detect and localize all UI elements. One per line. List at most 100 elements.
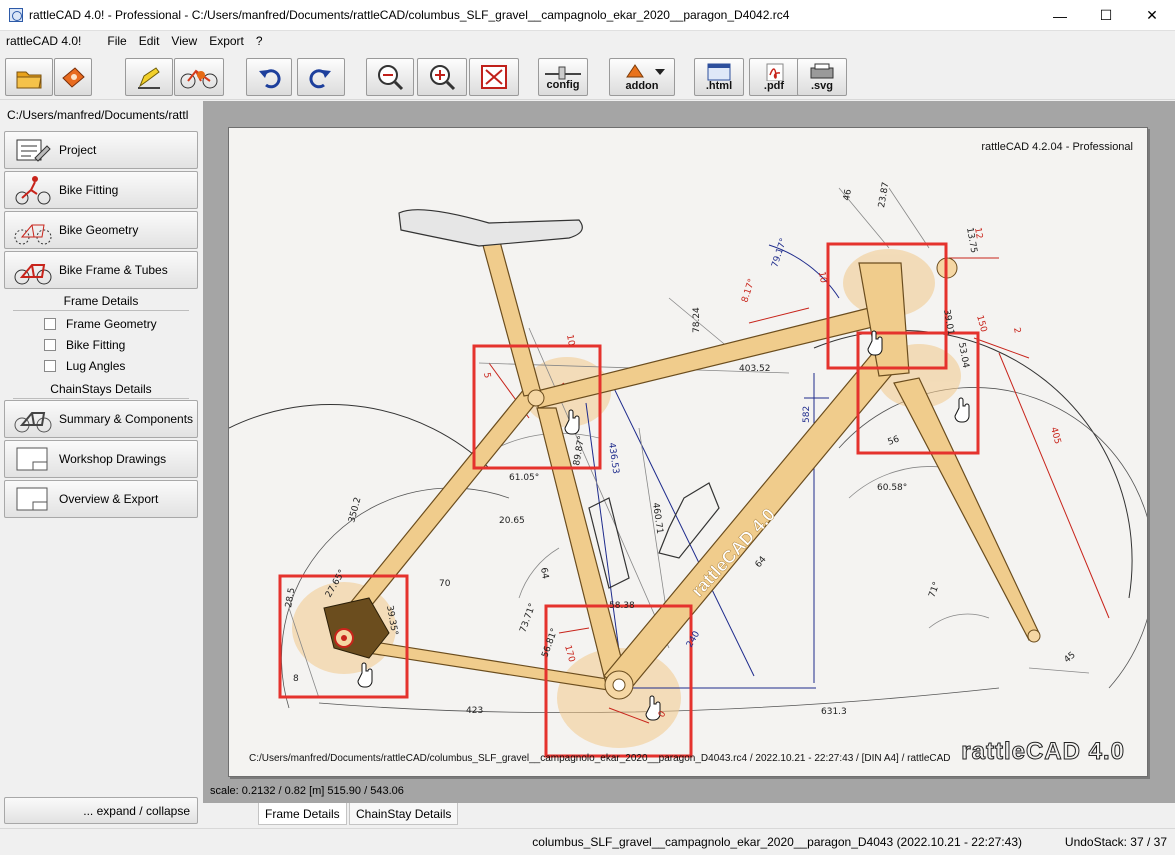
zoom-in-button[interactable] (417, 58, 467, 96)
redo-button[interactable] (297, 58, 345, 96)
dim-8987: 89.87° (572, 435, 587, 467)
lug-angles-checkbox[interactable] (44, 360, 56, 372)
render-bike-button[interactable] (174, 58, 224, 96)
tab-frame-details[interactable]: Frame Details (258, 803, 347, 825)
dim-64a: 64 (538, 567, 550, 580)
frame-geometry-label: Frame Geometry (66, 317, 157, 331)
config-button[interactable]: config (538, 58, 588, 96)
menu-export[interactable]: Export (203, 34, 250, 48)
drawing-sheet[interactable]: rattleCAD 4.0 350.2 403.52 582 405 631.3… (228, 127, 1148, 777)
lug-angles-item[interactable]: Lug Angles (44, 359, 125, 373)
template-icon (62, 67, 85, 88)
menu-view[interactable]: View (165, 34, 203, 48)
dim-460: 460.71 (650, 502, 664, 535)
construction-lines (288, 187, 1090, 699)
dim-631: 631.3 (821, 707, 847, 717)
dim-8: 8 (293, 674, 299, 684)
frame-geometry-checkbox[interactable] (44, 318, 56, 330)
dimension-labels: 350.2 403.52 582 405 631.3 423 436.53 46… (284, 181, 1078, 719)
dim-582: 582 (802, 406, 812, 423)
close-button[interactable]: ✕ (1129, 0, 1175, 31)
bike-fitting-icon (15, 176, 51, 205)
nav-overview-button[interactable]: Overview & Export (4, 480, 198, 518)
nav-bike-fitting-label: Bike Fitting (59, 183, 119, 197)
menu-edit[interactable]: Edit (133, 34, 166, 48)
bike-fitting-item[interactable]: Bike Fitting (44, 338, 125, 352)
html-export-label: .html (705, 79, 733, 92)
left-panel: C:/Users/manfred/Documents/rattl Project… (0, 101, 203, 828)
dim-436: 436.53 (606, 442, 620, 475)
frame-tubes-icon (14, 264, 52, 285)
dim-45: 45 (1063, 650, 1078, 665)
drawing-canvas[interactable]: rattleCAD 4.0 350.2 403.52 582 405 631.3… (203, 101, 1175, 803)
pdf-export-button[interactable]: .pdf (749, 58, 799, 96)
dim-150: 150 (974, 314, 988, 333)
workshop-drawing-icon (16, 447, 48, 471)
dim-12: 12 (972, 227, 984, 240)
menu-file[interactable]: File (101, 34, 132, 48)
addon-label: addon (625, 79, 659, 92)
dim-170: 170 (562, 644, 576, 663)
nav-summary-label: Summary & Components (59, 412, 194, 426)
lug-angles-label: Lug Angles (66, 359, 126, 373)
dim-423: 423 (466, 706, 483, 716)
bike-geometry-icon (14, 224, 52, 245)
dim-405: 405 (1048, 426, 1062, 445)
dim-46: 46 (842, 188, 854, 201)
expand-collapse-button[interactable]: ... expand / collapse (4, 797, 198, 824)
dim-10b: 10 (816, 271, 828, 284)
tab-chainstay-details[interactable]: ChainStay Details (349, 803, 459, 825)
dim-285: 28.5 (284, 587, 297, 608)
nav-project-button[interactable]: Project (4, 131, 198, 169)
dim-2: 2 (1011, 327, 1022, 334)
zoom-out-button[interactable] (366, 58, 414, 96)
status-undo-stack: UndoStack: 37 / 37 (1064, 835, 1167, 849)
saddle-shape (398, 209, 583, 247)
pdf-export-label: .pdf (763, 79, 785, 92)
nav-bike-geometry-button[interactable]: Bike Geometry (4, 211, 198, 249)
edit-button[interactable] (125, 58, 173, 96)
bike-fitting-checkbox[interactable] (44, 339, 56, 351)
svg-export-label: .svg (810, 79, 833, 92)
bottle-cage (658, 482, 720, 559)
project-icon (16, 139, 51, 162)
dim-64b: 64 (754, 555, 769, 570)
addon-button[interactable]: addon (609, 58, 675, 96)
dim-5838: 58.38 (609, 601, 635, 611)
fit-window-button[interactable] (469, 58, 519, 96)
dim-6105: 61.05° (509, 473, 539, 483)
svg-export-icon (810, 63, 834, 78)
nav-frame-tubes-label: Bike Frame & Tubes (59, 263, 168, 277)
overview-export-icon (16, 487, 48, 511)
nav-frame-tubes-button[interactable]: Bike Frame & Tubes (4, 251, 198, 289)
menu-help[interactable]: ? (250, 34, 269, 48)
addon-icon (626, 63, 665, 77)
undo-button[interactable] (246, 58, 292, 96)
maximize-button[interactable]: ☐ (1083, 0, 1129, 31)
window-title: rattleCAD 4.0! - Professional - C:/Users… (29, 8, 790, 22)
dim-240: 240 (685, 629, 702, 649)
fit-to-window-icon (481, 65, 507, 89)
frame-geometry-item[interactable]: Frame Geometry (44, 317, 157, 331)
nav-summary-button[interactable]: Summary & Components (4, 400, 198, 438)
toolbar: config addon .html .pdf .svg (0, 52, 1175, 100)
svg-export-button[interactable]: .svg (797, 58, 847, 96)
drawing-footer: C:/Users/manfred/Documents/rattleCAD/col… (249, 753, 951, 764)
dim-350: 350.2 (347, 496, 363, 523)
template-button[interactable] (54, 58, 92, 96)
nav-bike-fitting-button[interactable]: Bike Fitting (4, 171, 198, 209)
html-export-icon (707, 63, 731, 80)
minimize-button[interactable]: — (1037, 0, 1083, 31)
dim-79: 79.17° (770, 237, 789, 269)
nav-project-label: Project (59, 143, 97, 157)
dim-7824: 78.24 (692, 307, 702, 333)
html-export-button[interactable]: .html (694, 58, 744, 96)
dim-7371: 73.71° (518, 602, 538, 634)
dim-70: 70 (439, 579, 451, 589)
open-button[interactable] (5, 58, 53, 96)
window-controls: — ☐ ✕ (1037, 0, 1175, 31)
zoom-out-icon (378, 65, 404, 91)
nav-workshop-button[interactable]: Workshop Drawings (4, 440, 198, 478)
dim-2065: 20.65 (499, 516, 525, 526)
undo-icon (259, 69, 281, 89)
